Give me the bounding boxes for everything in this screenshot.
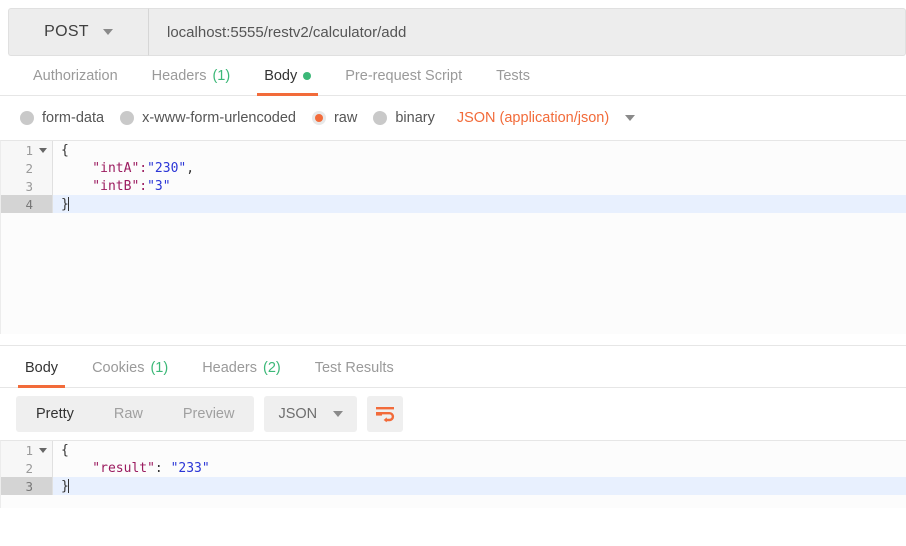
response-format-label: JSON bbox=[278, 406, 318, 422]
body-type-label: binary bbox=[395, 110, 435, 126]
token-str: "3" bbox=[147, 178, 171, 194]
tab-label: Headers bbox=[151, 68, 207, 84]
code-text: "intA":"230", bbox=[53, 161, 194, 176]
tab-label: Pre-request Script bbox=[345, 68, 463, 84]
token-punct: { bbox=[61, 142, 69, 158]
code-text: { bbox=[53, 443, 69, 458]
token-key: "intA": bbox=[61, 160, 148, 176]
line-number: 2 bbox=[1, 159, 53, 177]
line-number: 2 bbox=[1, 459, 53, 477]
code-text: "intB":"3" bbox=[53, 178, 171, 194]
view-mode-preview[interactable]: Preview bbox=[163, 396, 255, 432]
code-line[interactable]: 3} bbox=[1, 477, 906, 495]
body-type-label: raw bbox=[333, 110, 358, 126]
word-wrap-icon bbox=[376, 407, 395, 423]
response-tab-body[interactable]: Body bbox=[8, 360, 75, 388]
content-type-label: JSON (application/json) bbox=[456, 110, 610, 126]
tab-label: Body bbox=[264, 68, 298, 84]
body-type-label: x-www-form-urlencoded bbox=[142, 110, 296, 126]
response-tab-cookies[interactable]: Cookies (1) bbox=[75, 360, 185, 387]
body-type-binary[interactable]: binary bbox=[369, 110, 447, 126]
request-body-editor[interactable]: 1{2 "intA":"230", 3 "intB":"3" 4} bbox=[0, 140, 906, 334]
tab-label: Tests bbox=[496, 68, 530, 84]
response-tabs: Body Cookies (1) Headers (2) Test Results bbox=[0, 346, 906, 388]
radio-icon bbox=[120, 111, 135, 125]
text-cursor bbox=[67, 479, 69, 493]
radio-icon bbox=[20, 111, 34, 125]
tab-label: Cookies bbox=[92, 360, 145, 376]
token-str: "230" bbox=[147, 160, 187, 176]
body-type-row: form-data x-www-form-urlencoded raw binary … bbox=[0, 96, 906, 140]
request-tab-pre-request-script[interactable]: Pre-request Script bbox=[328, 68, 479, 95]
request-tabs: Authorization Headers (1) Body Pre-request S… bbox=[0, 56, 906, 96]
token-punct: , bbox=[186, 160, 195, 176]
request-url-bar: POST localhost:5555/restv2/calculator/ad… bbox=[0, 0, 906, 56]
chevron-down-icon bbox=[333, 411, 344, 417]
text-cursor bbox=[67, 197, 69, 211]
request-tab-tests[interactable]: Tests bbox=[479, 68, 547, 95]
view-mode-raw[interactable]: Raw bbox=[94, 396, 163, 432]
tab-count: (1) bbox=[150, 360, 169, 376]
tab-count: (1) bbox=[212, 68, 231, 84]
line-number: 4 bbox=[1, 195, 53, 213]
code-text: } bbox=[53, 197, 69, 212]
token-key: "result" bbox=[61, 460, 155, 476]
tab-label: Test Results bbox=[314, 360, 394, 376]
http-method-dropdown[interactable]: POST bbox=[8, 8, 148, 56]
content-type-dropdown[interactable]: JSON (application/json) bbox=[456, 110, 636, 126]
panel-divider[interactable] bbox=[0, 334, 906, 346]
token-punct: { bbox=[61, 442, 69, 458]
response-tab-headers[interactable]: Headers (2) bbox=[185, 360, 298, 387]
word-wrap-button[interactable] bbox=[367, 396, 404, 432]
editor-empty-area[interactable] bbox=[53, 213, 906, 334]
tab-label: Body bbox=[25, 360, 59, 376]
radio-icon bbox=[373, 111, 388, 125]
response-format-dropdown[interactable]: JSON bbox=[264, 396, 358, 432]
response-view-mode-group: Pretty Raw Preview bbox=[16, 396, 255, 432]
code-text: } bbox=[53, 479, 69, 494]
response-body-editor[interactable]: 1{2 "result": "233" 3} bbox=[0, 440, 906, 508]
tab-count: (2) bbox=[263, 360, 281, 376]
code-line[interactable]: 1{ bbox=[1, 141, 906, 159]
response-toolbar: Pretty Raw Preview JSON bbox=[0, 388, 906, 440]
tab-label: Headers bbox=[202, 360, 257, 376]
chevron-down-icon bbox=[102, 29, 113, 35]
body-present-dot-icon bbox=[303, 72, 312, 80]
code-line[interactable]: 2 "intA":"230", bbox=[1, 159, 906, 177]
code-text: "result": "233" bbox=[53, 460, 210, 476]
request-tab-body[interactable]: Body bbox=[247, 68, 328, 96]
code-line[interactable]: 4} bbox=[1, 195, 906, 213]
line-number: 1 bbox=[1, 441, 53, 459]
code-line[interactable]: 3 "intB":"3" bbox=[1, 177, 906, 195]
tab-label: Authorization bbox=[33, 68, 118, 84]
http-method-label: POST bbox=[44, 23, 89, 40]
fold-triangle-icon[interactable] bbox=[39, 147, 47, 153]
line-number: 3 bbox=[1, 477, 53, 495]
token-punct: : bbox=[154, 460, 171, 476]
url-input[interactable]: localhost:5555/restv2/calculator/add bbox=[148, 8, 906, 56]
code-text: { bbox=[53, 143, 69, 158]
code-line[interactable]: 2 "result": "233" bbox=[1, 459, 906, 477]
token-str: "233" bbox=[170, 460, 210, 476]
request-tab-headers[interactable]: Headers (1) bbox=[135, 68, 248, 95]
line-number: 1 bbox=[1, 141, 53, 159]
view-mode-pretty[interactable]: Pretty bbox=[16, 396, 94, 432]
body-type-x-www-form-urlencoded[interactable]: x-www-form-urlencoded bbox=[116, 110, 308, 126]
chevron-down-icon bbox=[625, 115, 636, 121]
code-line[interactable]: 1{ bbox=[1, 441, 906, 459]
line-number: 3 bbox=[1, 177, 53, 195]
editor-empty-area[interactable] bbox=[53, 495, 906, 508]
token-key: "intB": bbox=[61, 178, 148, 194]
radio-icon bbox=[311, 111, 326, 125]
body-type-raw[interactable]: raw bbox=[308, 110, 369, 126]
body-type-label: form-data bbox=[42, 110, 105, 126]
url-value: localhost:5555/restv2/calculator/add bbox=[167, 23, 407, 41]
request-tab-authorization[interactable]: Authorization bbox=[16, 68, 135, 95]
body-type-form-data[interactable]: form-data bbox=[16, 110, 116, 126]
fold-triangle-icon[interactable] bbox=[39, 447, 47, 453]
response-tab-test-results[interactable]: Test Results bbox=[298, 360, 411, 387]
